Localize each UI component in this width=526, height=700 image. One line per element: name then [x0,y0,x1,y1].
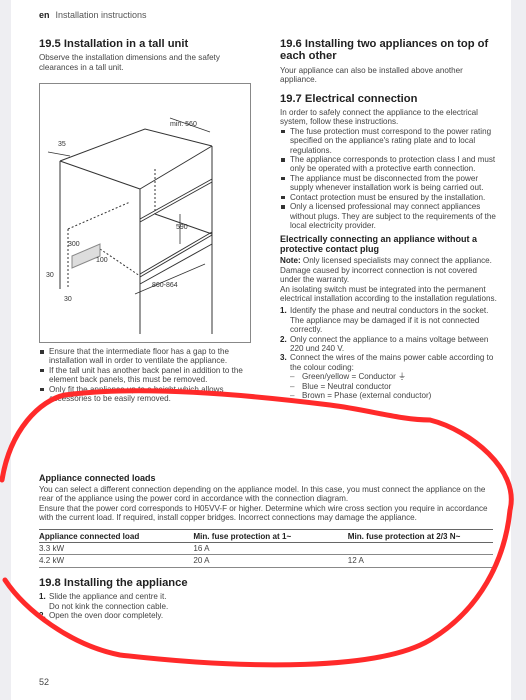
page-header: en Installation instructions [39,10,147,20]
loads-paragraph-2: Ensure that the power cord corresponds t… [39,503,488,523]
step-text: Slide the appliance and centre it. [49,592,167,602]
table-cell: 20 A [193,554,348,568]
step-text: Connect the wires of the mains power cab… [290,353,494,372]
table-header-row: Appliance connected load Min. fuse prote… [39,528,493,544]
section-intro: In order to safely connect the appliance… [280,108,478,127]
list-item: Ensure that the intermediate floor has a… [39,347,254,366]
section-heading: 19.5 Installation in a tall unit [39,38,189,50]
page-number: 52 [39,677,50,687]
note-label: Note: [280,256,301,266]
section-heading: 19.8 Installing the appliance [39,576,188,589]
dim-860-864: 860-864 [152,282,178,289]
language-code: en [39,10,50,20]
table-cell: 3.3 kW [39,542,194,556]
section-19-5: 19.5 Installation in a tall unit Observe… [39,38,249,72]
table-cell: 4.2 kW [39,554,194,568]
dim-590: 590 [176,224,188,231]
isolating-switch-text: An isolating switch must be integrated i… [280,284,497,303]
list-item: Only fit the appliance up to a height wh… [39,385,254,404]
step-text: Identify the phase and neutral conductor… [290,306,489,316]
step-number: 1. [280,306,287,316]
colour-code-item: Brown = Phase (external conductor) [290,391,498,401]
step-text: Only connect the appliance to a mains vo… [290,334,489,353]
column-header: Min. fuse protection at 1~ [193,528,348,544]
step: 2. Only connect the appliance to a mains … [280,335,498,354]
note-text: Only licensed specialists may connect th… [280,256,492,285]
section-19-5-notes: Ensure that the intermediate floor has a… [39,347,254,403]
list-item: The fuse protection must correspond to t… [280,127,498,155]
step: 3. Connect the wires of the mains power c… [280,353,498,400]
step-number: 2. [280,334,287,344]
table-cell: 12 A [347,554,493,568]
cabinet-top-front [139,145,213,190]
table-row: 4.2 kW 20 A 12 A [39,554,493,568]
step: 1. Slide the appliance and centre it. Do n… [39,592,493,611]
dim-300: 300 [68,241,80,248]
section-heading: 19.7 Electrical connection [280,92,418,105]
connected-loads-table: Appliance connected load Min. fuse prote… [39,528,493,568]
section-heading: 19.6 Installing two appliances on top of… [280,38,489,63]
step-extra: Do not kink the connection cable. [49,601,169,611]
section-intro: Observe the installation dimensions and … [39,53,220,72]
colour-code-item: Green/yellow = Conductor ⏚ [290,372,498,382]
list-item: If the tall unit has another back panel … [39,366,254,385]
dim-30-a: 30 [46,272,54,279]
step-extra: The appliance may be damaged if it is no… [290,315,480,335]
column-header: Appliance connected load [39,528,194,544]
dim-35: 35 [58,141,66,148]
cabinet-top-back [59,128,213,162]
table-cell [347,542,493,556]
list-item: The appliance must be disconnected from … [280,174,498,193]
step: 2. Open the oven door completely. [39,611,493,620]
list-item: The appliance corresponds to protection … [280,155,498,174]
loads-paragraph-1: You can select a different connection de… [39,485,486,504]
column-header: Min. fuse protection at 2/3 N~ [347,528,493,544]
step-number: 2. [39,611,46,621]
section-text: Your appliance can also be installed abo… [280,65,463,85]
dim-min-560: min. 560 [170,121,197,128]
section-19-6-19-7: 19.6 Installing two appliances on top of… [280,38,498,401]
step-number: 1. [39,592,46,602]
section-heading: Appliance connected loads [39,473,156,483]
subsection-heading: Electrically connecting an appliance wit… [280,234,478,255]
dim-100: 100 [96,257,108,264]
list-item: Contact protection must be ensured by th… [280,193,498,202]
step-number: 3. [280,353,287,363]
table-cell: 16 A [193,542,348,556]
appliance-connected-loads: Appliance connected loads You can select… [39,473,493,620]
table-row: 3.3 kW 16 A [39,542,493,556]
step: 1. Identify the phase and neutral conduct… [280,306,498,334]
dim-30-b: 30 [64,296,72,303]
step-text: Open the oven door completely. [49,611,164,621]
colour-code-item: Blue = Neutral conductor [290,382,498,392]
note: Note: Only licensed specialists may conn… [280,256,498,284]
tall-unit-drawing: min. 560 35 590 860-864 300 100 30 30 [46,117,213,334]
installation-diagram: min. 560 35 590 860-864 300 100 30 30 [39,83,251,343]
list-item: Only a licensed professional may connect… [280,202,498,230]
header-title: Installation instructions [55,10,147,20]
